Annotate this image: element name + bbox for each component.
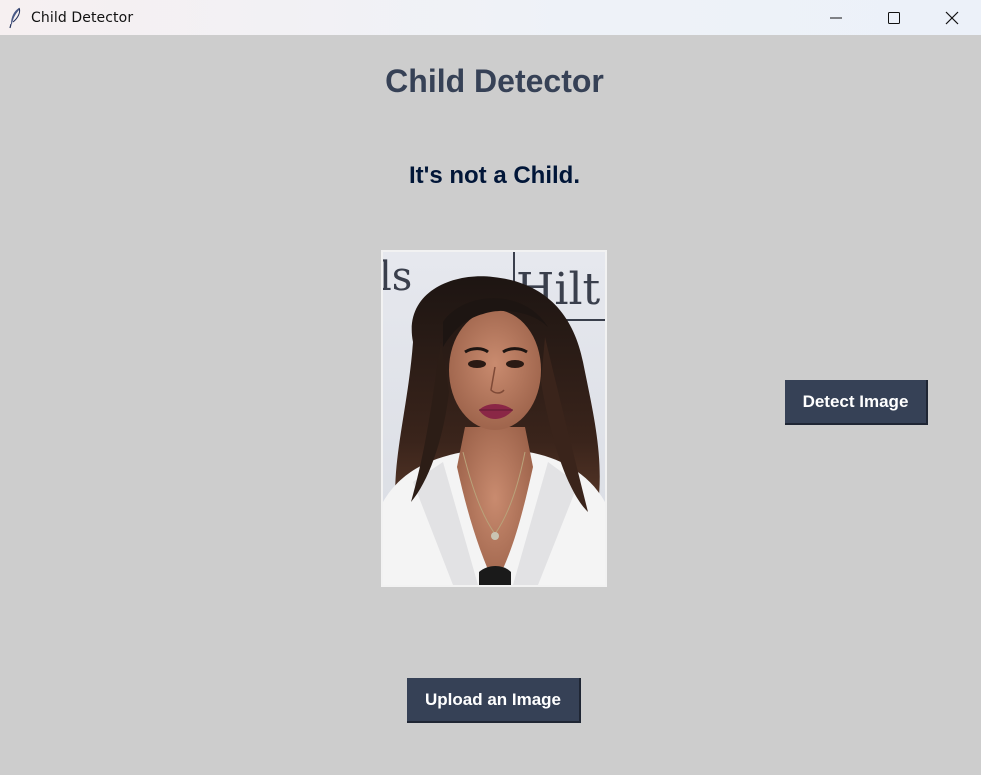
window-controls (807, 0, 981, 35)
window-title: Child Detector (31, 9, 134, 26)
title-bar[interactable]: Child Detector (0, 0, 981, 35)
minimize-button[interactable] (807, 0, 865, 35)
backdrop-text-left: ls (383, 254, 412, 300)
close-button[interactable] (923, 0, 981, 35)
upload-image-button[interactable]: Upload an Image (407, 678, 581, 723)
maximize-icon (888, 11, 900, 24)
maximize-button[interactable] (865, 0, 923, 35)
feather-icon (8, 7, 22, 29)
uploaded-image: ls Hilt (381, 250, 607, 587)
page-title: Child Detector (385, 63, 604, 99)
app-window: Child Detector Child Detector It's not a… (0, 0, 981, 775)
main-content: Child Detector It's not a Child. s Hilt … (0, 35, 981, 775)
detection-result: It's not a Child. (408, 162, 581, 189)
detect-image-button[interactable]: Detect Image (785, 380, 928, 425)
close-icon (945, 11, 959, 24)
minimize-icon (830, 17, 842, 18)
